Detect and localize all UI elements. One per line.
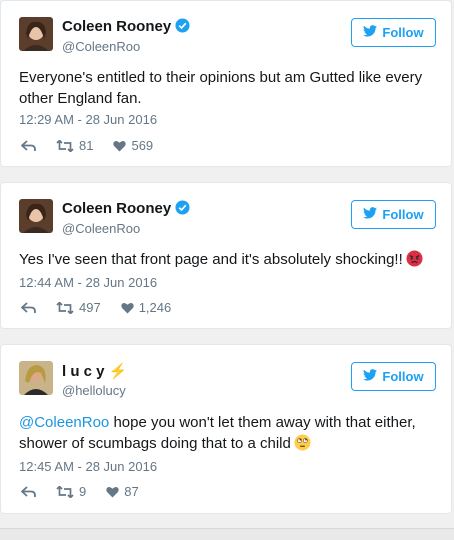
verified-badge-icon	[175, 18, 190, 37]
tweet-actions: 497 1,246	[21, 300, 191, 315]
bird-icon	[363, 207, 378, 222]
heart-icon	[106, 486, 119, 498]
display-name-text[interactable]: Coleen Rooney	[62, 200, 171, 217]
retweet-count: 81	[79, 138, 94, 153]
reply-button[interactable]	[21, 301, 36, 314]
reply-button[interactable]	[21, 485, 36, 498]
tweet-actions: 9 87	[21, 484, 159, 499]
display-name[interactable]: Coleen Rooney	[62, 200, 190, 219]
follow-label: Follow	[382, 369, 424, 384]
like-count: 1,246	[138, 300, 172, 315]
tweet-card: l u c y ⚡ @hellolucy Follow @ColeenRoo h…	[0, 344, 452, 514]
like-button[interactable]: 87	[106, 484, 139, 499]
like-button[interactable]: 1,246	[121, 300, 172, 315]
user-handle[interactable]: @ColeenRoo	[62, 221, 140, 236]
page-bottom-strip	[0, 528, 454, 540]
tweet-text-body: Yes I've seen that front page and it's a…	[19, 251, 403, 268]
reply-icon	[21, 485, 36, 498]
retweet-button[interactable]: 9	[56, 484, 86, 499]
follow-label: Follow	[382, 25, 424, 40]
reply-icon	[21, 301, 36, 314]
retweet-icon	[56, 139, 74, 152]
retweet-button[interactable]: 497	[56, 300, 101, 315]
tweet-timestamp[interactable]: 12:44 AM - 28 Jun 2016	[19, 275, 157, 290]
avatar[interactable]	[19, 17, 53, 51]
angry-face-emoji-icon	[406, 250, 423, 273]
like-button[interactable]: 569	[113, 138, 153, 153]
follow-button[interactable]: Follow	[351, 362, 436, 391]
tweet-text: @ColeenRoo hope you won't let them away …	[19, 412, 437, 457]
follow-button[interactable]: Follow	[351, 18, 436, 47]
tweet-timestamp[interactable]: 12:29 AM - 28 Jun 2016	[19, 112, 157, 127]
face-with-rolling-eyes-emoji-icon	[294, 434, 311, 457]
tweet-text: Yes I've seen that front page and it's a…	[19, 249, 437, 273]
bird-icon	[363, 369, 378, 384]
mention-link[interactable]: @ColeenRoo	[19, 414, 109, 431]
display-name[interactable]: Coleen Rooney	[62, 18, 190, 37]
like-count: 87	[124, 484, 139, 499]
heart-icon	[113, 140, 127, 152]
retweet-button[interactable]: 81	[56, 138, 93, 153]
user-handle[interactable]: @ColeenRoo	[62, 39, 140, 54]
tweet-timestamp[interactable]: 12:45 AM - 28 Jun 2016	[19, 459, 157, 474]
follow-label: Follow	[382, 207, 424, 222]
follow-button[interactable]: Follow	[351, 200, 436, 229]
tweet-card: Coleen Rooney @ColeenRoo Follow Everyone…	[0, 0, 452, 167]
display-name[interactable]: l u c y ⚡	[62, 362, 127, 380]
reply-button[interactable]	[21, 139, 36, 152]
like-count: 569	[131, 138, 154, 153]
display-name-text[interactable]: l u c y ⚡	[62, 363, 127, 380]
tweet-card: Coleen Rooney @ColeenRoo Follow Yes I've…	[0, 182, 452, 329]
retweet-count: 497	[79, 300, 101, 315]
tweet-actions: 81 569	[21, 138, 173, 153]
user-handle[interactable]: @hellolucy	[62, 383, 126, 398]
verified-badge-icon	[175, 200, 190, 219]
display-name-text[interactable]: Coleen Rooney	[62, 18, 171, 35]
heart-icon	[121, 302, 134, 314]
retweet-icon	[56, 301, 74, 314]
reply-icon	[21, 139, 36, 152]
avatar[interactable]	[19, 199, 53, 233]
tweet-text: Everyone's entitled to their opinions bu…	[19, 69, 423, 107]
bird-icon	[363, 25, 378, 40]
retweet-count: 9	[79, 484, 87, 499]
retweet-icon	[56, 485, 74, 498]
avatar[interactable]	[19, 361, 53, 395]
